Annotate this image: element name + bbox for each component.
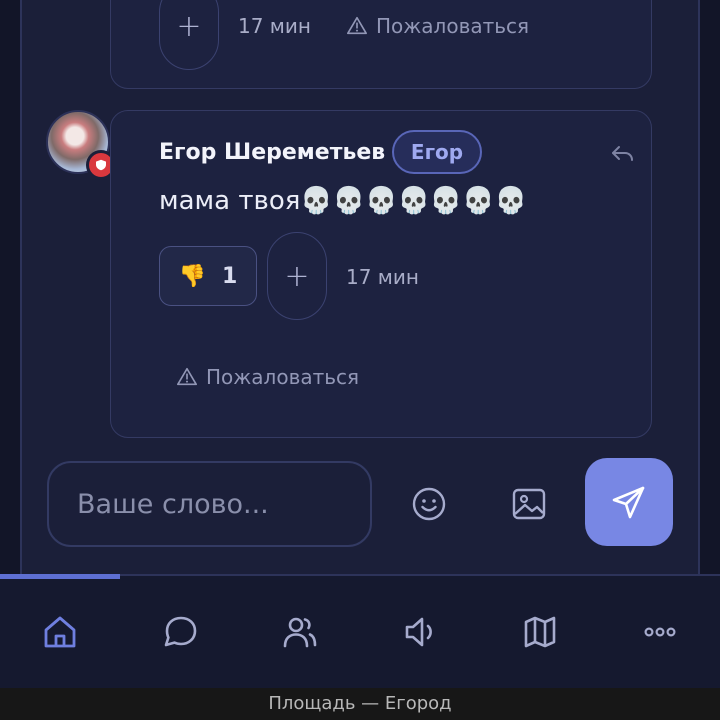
- map-icon: [524, 616, 556, 648]
- home-icon: [44, 616, 76, 648]
- previous-report-link[interactable]: Пожаловаться: [346, 14, 529, 38]
- chat-icon: [164, 616, 197, 647]
- emoji-button[interactable]: [408, 483, 450, 525]
- author-tag-badge: Егор: [392, 130, 482, 174]
- add-reaction-button[interactable]: +: [267, 232, 327, 320]
- image-icon: [512, 488, 546, 520]
- attach-image-button[interactable]: [508, 483, 550, 525]
- thumbs-down-emoji: 👎: [178, 263, 207, 289]
- report-label: Пожаловаться: [206, 365, 360, 389]
- nav-announcements[interactable]: [398, 610, 442, 654]
- warning-icon: [347, 16, 367, 35]
- message-time: 17 мин: [346, 265, 419, 289]
- shield-icon: [96, 159, 106, 171]
- reaction-count: 1: [222, 263, 238, 289]
- nav-home[interactable]: [38, 610, 82, 654]
- previous-message-time: 17 мин: [238, 14, 311, 38]
- announcement-icon: [405, 617, 432, 647]
- previous-add-reaction-button[interactable]: +: [159, 0, 219, 70]
- message-input[interactable]: [47, 461, 372, 547]
- bottom-nav: [0, 574, 720, 688]
- reply-icon[interactable]: [608, 140, 636, 168]
- nav-users[interactable]: [278, 610, 322, 654]
- message-text: мама твоя💀💀💀💀💀💀💀: [159, 186, 527, 216]
- nav-map[interactable]: [518, 610, 562, 654]
- window-caption: Площадь — Егород: [0, 688, 720, 720]
- smiley-icon: [412, 487, 446, 521]
- message-author[interactable]: Егор Шереметьев: [159, 140, 385, 165]
- report-link[interactable]: Пожаловаться: [176, 365, 359, 389]
- send-icon: [612, 486, 645, 519]
- users-icon: [283, 617, 317, 648]
- more-icon: [644, 627, 676, 637]
- nav-more[interactable]: [638, 610, 682, 654]
- reaction-chip[interactable]: 👎 1: [159, 246, 257, 306]
- warning-icon: [177, 367, 197, 386]
- send-button[interactable]: [585, 458, 673, 546]
- report-label: Пожаловаться: [376, 14, 530, 38]
- nav-chat[interactable]: [158, 610, 202, 654]
- progress-bar: [0, 574, 120, 579]
